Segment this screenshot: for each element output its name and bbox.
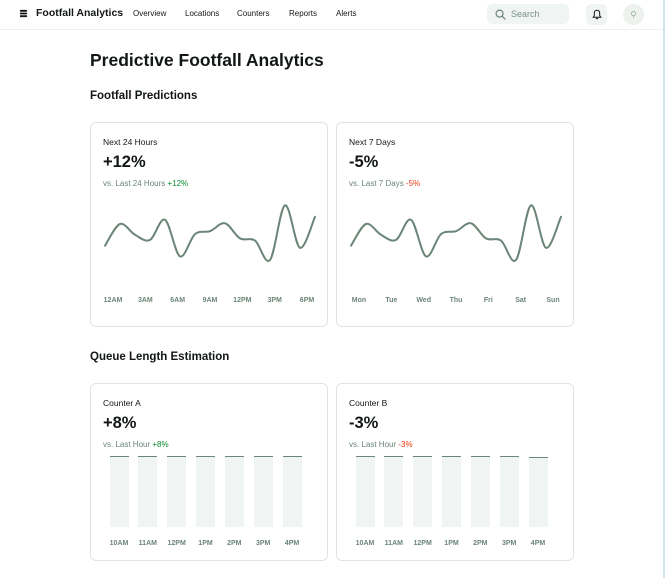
x-tick-label: 12PM xyxy=(233,297,252,304)
bell-icon xyxy=(591,9,602,20)
x-tick-label: Mon xyxy=(351,297,367,304)
card-comparison: vs. Last Hour +8% xyxy=(103,440,169,449)
bar xyxy=(355,456,375,527)
main-nav: Overview Locations Counters Reports Aler… xyxy=(133,9,376,18)
x-tick-label: Sun xyxy=(546,297,560,304)
bar xyxy=(109,456,129,527)
logo-icon xyxy=(19,9,28,17)
x-tick-label: 4PM xyxy=(530,540,546,547)
bar xyxy=(528,457,548,527)
x-tick-label: 9AM xyxy=(202,297,218,304)
x-tick-label: 2PM xyxy=(227,540,242,547)
bar xyxy=(224,456,244,527)
x-tick-label: 10AM xyxy=(109,540,129,547)
card-label: Counter B xyxy=(349,398,388,408)
x-tick-label: 4PM xyxy=(284,540,300,547)
x-tick-label: 1PM xyxy=(444,540,459,547)
comparison-delta: +8% xyxy=(152,440,169,449)
card-comparison: vs. Last Hour -3% xyxy=(349,440,413,449)
brand[interactable]: Footfall Analytics xyxy=(19,7,123,19)
x-tick-label: 3PM xyxy=(267,297,282,304)
search-icon xyxy=(495,9,506,20)
prediction-card-next-24-hours: Next 24 Hours +12% vs. Last 24 Hours +12… xyxy=(90,122,328,327)
notifications-button[interactable] xyxy=(586,4,607,25)
series-line xyxy=(104,204,316,263)
bar xyxy=(138,456,158,527)
x-tick-label: Thu xyxy=(449,297,463,304)
card-value: +8% xyxy=(103,414,137,432)
search-input[interactable] xyxy=(511,9,567,19)
x-tick-label: 12AM xyxy=(103,297,123,304)
nav-reports[interactable]: Reports xyxy=(289,9,336,18)
page-title: Predictive Footfall Analytics xyxy=(90,50,324,70)
queue-card-counter-b: Counter B -3% vs. Last Hour -3% 10AM 11AM… xyxy=(336,383,574,561)
x-tick-label: Tue xyxy=(385,297,398,304)
x-tick-label: 2PM xyxy=(473,540,488,547)
comparison-label: vs. Last Hour xyxy=(103,440,151,449)
bar xyxy=(167,456,187,527)
series-line xyxy=(350,204,562,263)
section-title-predictions: Footfall Predictions xyxy=(90,90,198,102)
search-box[interactable] xyxy=(487,4,569,24)
x-tick-label: 12PM xyxy=(167,540,186,547)
x-tick-label: 3AM xyxy=(137,297,153,304)
card-label: Counter A xyxy=(103,398,141,408)
x-tick-label: Fri xyxy=(483,297,493,304)
bar xyxy=(196,456,215,527)
x-tick-label: 3PM xyxy=(255,540,271,547)
bar xyxy=(253,456,273,527)
bar xyxy=(442,456,461,527)
x-tick-label: 3PM xyxy=(501,540,517,547)
x-tick-label: Wed xyxy=(416,297,431,304)
card-value: -3% xyxy=(349,414,379,432)
nav-counters[interactable]: Counters xyxy=(237,9,289,18)
queue-card-counter-a: Counter A +8% vs. Last Hour +8% 10AM 11AM… xyxy=(90,383,328,561)
prediction-card-next-7-days: Next 7 Days -5% vs. Last 7 Days -5% Mon T… xyxy=(336,122,574,327)
bar xyxy=(499,456,519,527)
nav-overview[interactable]: Overview xyxy=(133,9,185,18)
x-tick-label: 10AM xyxy=(355,540,375,547)
avatar[interactable] xyxy=(623,4,644,25)
bar xyxy=(282,456,302,527)
top-navigation-bar: Footfall Analytics Overview Locations Co… xyxy=(0,0,666,30)
x-tick-label: Sat xyxy=(515,297,527,304)
bar xyxy=(384,456,404,527)
x-tick-label: 6AM xyxy=(170,297,186,304)
nav-alerts[interactable]: Alerts xyxy=(336,9,376,18)
section-title-queue: Queue Length Estimation xyxy=(90,351,230,363)
brand-name: Footfall Analytics xyxy=(36,7,124,19)
comparison-delta: -3% xyxy=(398,440,413,449)
x-tick-label: 12PM xyxy=(413,540,432,547)
comparison-label: vs. Last Hour xyxy=(349,440,397,449)
x-tick-label: 1PM xyxy=(198,540,213,547)
nav-locations[interactable]: Locations xyxy=(185,9,237,18)
avatar-icon xyxy=(630,11,637,18)
x-tick-label: 11AM xyxy=(384,540,403,547)
scrollbar-edge xyxy=(663,0,665,578)
x-tick-label: 6PM xyxy=(299,297,315,304)
x-tick-label: 11AM xyxy=(138,540,157,547)
bar xyxy=(413,456,433,527)
bar xyxy=(470,456,490,527)
